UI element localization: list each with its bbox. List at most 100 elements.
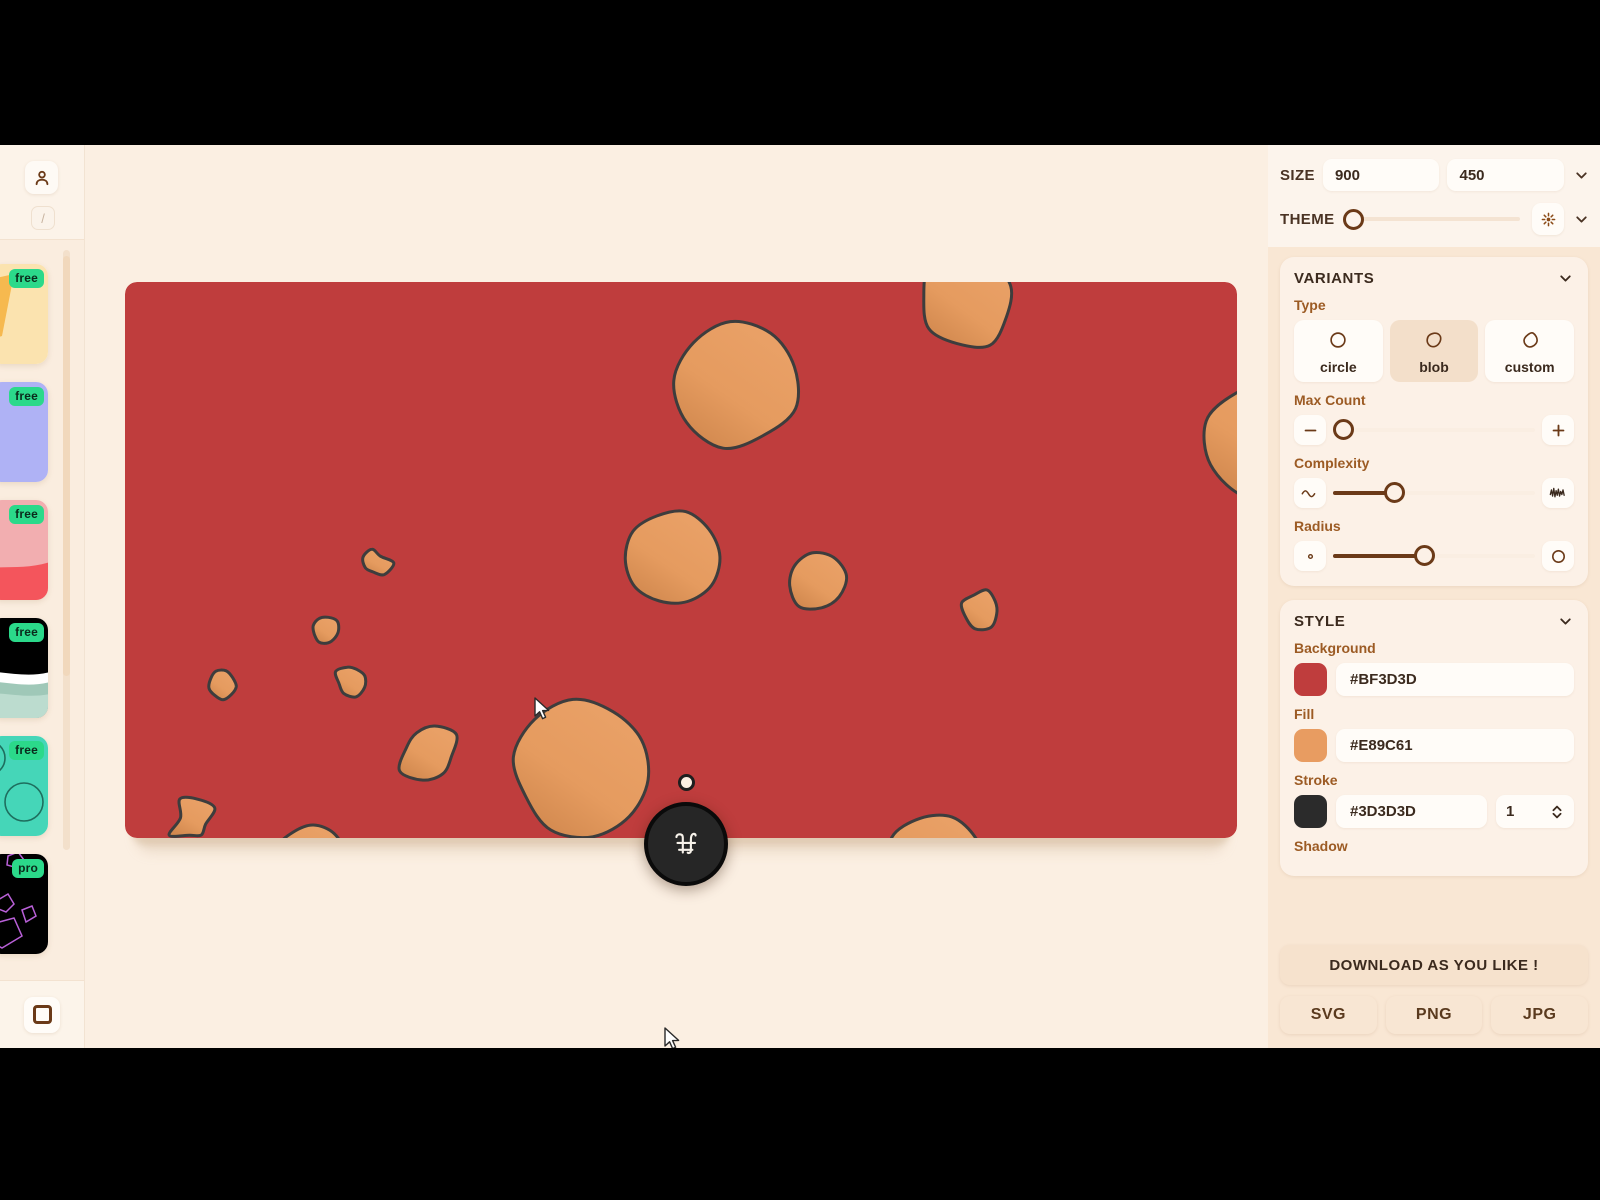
size-chevron-down-icon[interactable] — [1572, 167, 1590, 184]
max-count-slider-knob[interactable] — [1333, 419, 1354, 440]
radius-slider-fill — [1333, 554, 1424, 558]
variants-chevron-down-icon[interactable] — [1557, 270, 1574, 287]
fill-label: Fill — [1294, 706, 1315, 722]
type-option-circle[interactable]: circle — [1294, 320, 1383, 382]
complexity-low-button[interactable] — [1294, 478, 1326, 508]
sidebar-scrollbar-thumb[interactable] — [63, 256, 70, 676]
max-count-decrement-button[interactable] — [1294, 415, 1326, 445]
square-icon — [32, 1005, 52, 1024]
complexity-high-button[interactable] — [1542, 478, 1574, 508]
blob-generator-icon — [675, 832, 697, 855]
height-input[interactable]: 450 — [1447, 159, 1565, 191]
complexity-slider[interactable] — [1333, 481, 1535, 505]
theme-label: THEME — [1280, 210, 1335, 228]
fill-hex-input[interactable]: #E89C61 — [1336, 729, 1574, 762]
stroke-hex-input[interactable]: #3D3D3D — [1336, 795, 1487, 828]
theme-slider[interactable] — [1342, 208, 1525, 230]
stroke-width-stepper[interactable]: 1 — [1496, 795, 1574, 828]
avatar[interactable] — [25, 161, 58, 194]
download-main-button[interactable]: DOWNLOAD AS YOU LIKE ! — [1280, 945, 1588, 985]
background-hex-input[interactable]: #BF3D3D — [1336, 663, 1574, 696]
radius-small-button[interactable] — [1294, 541, 1326, 571]
stepper-updown-icon[interactable] — [1550, 803, 1564, 821]
stroke-row: #3D3D3D 1 — [1294, 795, 1574, 828]
template-thumbnail[interactable]: free — [0, 382, 48, 482]
blob-shape — [311, 615, 341, 645]
template-thumbnail[interactable]: free — [0, 264, 48, 364]
radius-slider-knob[interactable] — [1413, 545, 1435, 566]
radius-label: Radius — [1294, 518, 1341, 534]
blob-icon — [1426, 332, 1442, 348]
template-badge: free — [9, 505, 44, 524]
wave-low-icon — [1301, 490, 1316, 498]
minus-icon — [1304, 429, 1316, 431]
mouse-cursor-toolbar — [664, 1027, 680, 1048]
theme-chevron-down-icon[interactable] — [1572, 211, 1590, 228]
right-settings-panel: SIZE 900 450 THEME VARIANTS Type circle … — [1268, 145, 1600, 1048]
style-title: STYLE — [1294, 613, 1346, 630]
template-thumbnail[interactable]: free — [0, 618, 48, 718]
stroke-width-value: 1 — [1506, 803, 1515, 820]
panel-body: VARIANTS Type circle blob custom Max Cou… — [1268, 247, 1600, 937]
small-circle-icon — [1307, 553, 1313, 559]
shortcut-badge[interactable]: / — [31, 206, 55, 230]
variants-title: VARIANTS — [1294, 270, 1375, 287]
panel-header: SIZE 900 450 THEME — [1268, 145, 1600, 247]
canvas-container — [125, 282, 1237, 1048]
radius-row — [1294, 541, 1574, 571]
complexity-label: Complexity — [1294, 455, 1370, 471]
blob-shape — [207, 668, 238, 702]
type-option-blob[interactable]: blob — [1389, 320, 1479, 382]
template-badge: pro — [12, 859, 44, 878]
wave-high-icon — [1549, 487, 1565, 498]
circle-icon — [1330, 332, 1347, 348]
type-label-blob: blob — [1419, 359, 1449, 375]
style-header[interactable]: STYLE — [1294, 613, 1574, 630]
radius-large-button[interactable] — [1542, 541, 1574, 571]
sidebar-footer — [0, 980, 84, 1048]
frame-tool-button[interactable] — [24, 996, 60, 1033]
download-png-button[interactable]: PNG — [1385, 996, 1483, 1034]
download-jpg-button[interactable]: JPG — [1491, 996, 1589, 1034]
fill-swatch[interactable] — [1294, 729, 1327, 762]
complexity-slider-knob[interactable] — [1383, 482, 1405, 503]
radius-slider[interactable] — [1333, 544, 1535, 568]
size-label: SIZE — [1280, 166, 1315, 184]
download-svg-button[interactable]: SVG — [1280, 996, 1377, 1034]
download-section: DOWNLOAD AS YOU LIKE ! SVG PNG JPG — [1268, 937, 1600, 1048]
template-badge: free — [9, 741, 44, 760]
width-input[interactable]: 900 — [1322, 159, 1440, 191]
stroke-label: Stroke — [1294, 772, 1338, 788]
template-badge: free — [9, 269, 44, 288]
sidebar-header: / — [0, 145, 84, 240]
max-count-slider[interactable] — [1333, 418, 1535, 442]
theme-slider-knob[interactable] — [1342, 208, 1364, 230]
download-format-row: SVG PNG JPG — [1280, 996, 1589, 1034]
template-list[interactable]: freefreefreefreesfreepro — [0, 240, 84, 980]
blob-canvas[interactable] — [125, 282, 1237, 838]
type-label: Type — [1294, 297, 1326, 313]
type-options: circle blob custom — [1294, 320, 1575, 382]
app-window: / freefreefreefreesfreepro — [0, 145, 1600, 1048]
template-thumbnail[interactable]: pro — [0, 854, 48, 954]
blob-artwork — [125, 282, 1237, 838]
background-label: Background — [1294, 640, 1376, 656]
resize-handle[interactable] — [678, 774, 695, 791]
background-swatch[interactable] — [1294, 663, 1327, 696]
max-count-slider-track — [1333, 428, 1535, 432]
type-option-custom[interactable]: custom — [1485, 320, 1575, 382]
template-thumbnail[interactable]: sfree — [0, 736, 48, 836]
type-label-custom: custom — [1504, 359, 1555, 375]
blob-shape — [623, 509, 722, 605]
regenerate-button[interactable] — [644, 802, 728, 886]
stroke-swatch[interactable] — [1294, 795, 1327, 828]
max-count-increment-button[interactable] — [1542, 415, 1574, 445]
variants-header[interactable]: VARIANTS — [1294, 270, 1574, 287]
large-circle-icon — [1551, 549, 1565, 563]
style-chevron-down-icon[interactable] — [1557, 613, 1574, 630]
complexity-row — [1294, 478, 1574, 508]
custom-shape-icon — [1522, 332, 1538, 348]
theme-sun-button[interactable] — [1532, 203, 1564, 235]
template-thumbnail[interactable]: free — [0, 500, 48, 600]
max-count-label: Max Count — [1294, 392, 1366, 408]
